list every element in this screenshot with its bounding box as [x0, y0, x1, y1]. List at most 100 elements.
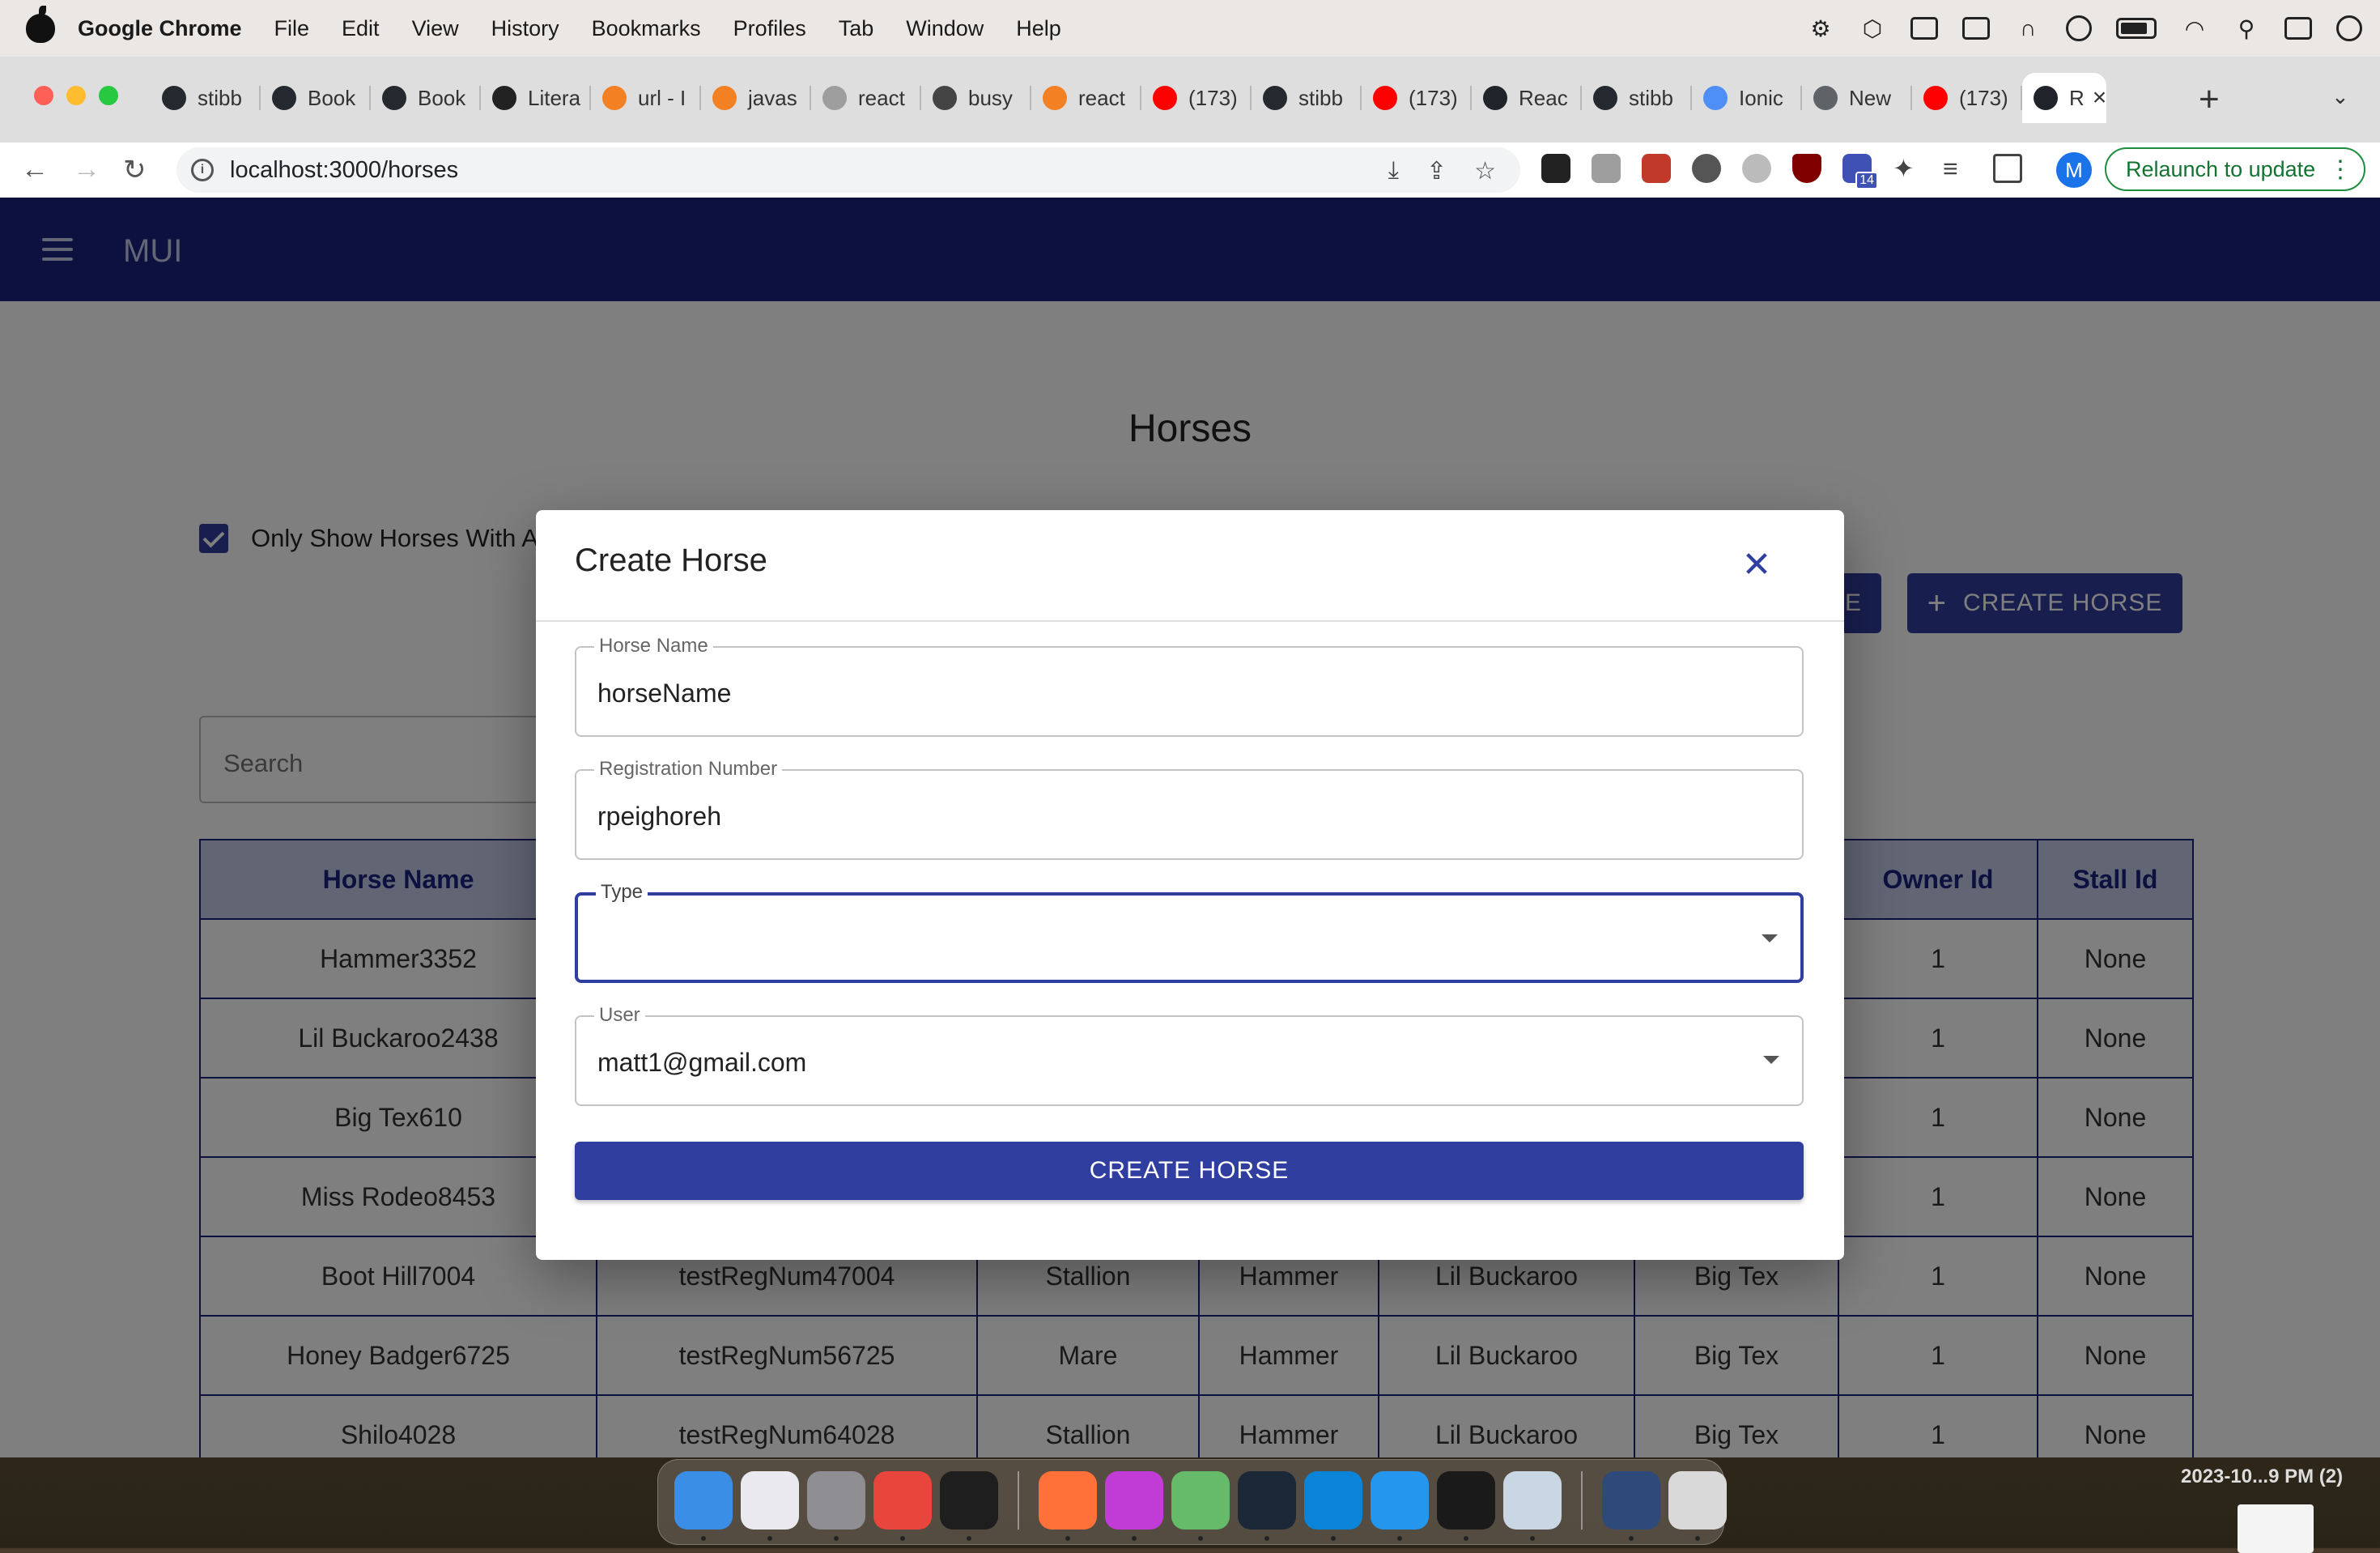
- steam-icon[interactable]: [1238, 1471, 1296, 1541]
- close-icon: [1746, 553, 1767, 574]
- install-app-icon[interactable]: ⤓: [1388, 157, 1399, 185]
- share-icon[interactable]: ⇪: [1426, 157, 1447, 185]
- browser-tab[interactable]: Reac: [1472, 73, 1582, 123]
- running-indicator: [900, 1536, 905, 1541]
- tab-close-icon[interactable]: ×: [2093, 84, 2106, 112]
- intellij-icon[interactable]: [1105, 1471, 1163, 1541]
- browser-tab[interactable]: stibb: [1252, 73, 1362, 123]
- reload-button[interactable]: ↻: [123, 154, 147, 186]
- browser-tab[interactable]: (173): [1912, 73, 2022, 123]
- browser-tab[interactable]: Book: [371, 73, 481, 123]
- window-close-button[interactable]: [34, 86, 53, 105]
- browser-toolbar: ← → ↻ i localhost:3000/horses ⤓ ⇪ ☆ 14 ✦…: [0, 143, 2380, 198]
- extension-red-icon[interactable]: [1642, 154, 1671, 183]
- extension-gray-icon[interactable]: [1742, 154, 1771, 183]
- preview-icon[interactable]: [1503, 1471, 1562, 1541]
- system-settings-icon[interactable]: [807, 1471, 865, 1541]
- more-options-icon[interactable]: ⋮: [2328, 155, 2352, 184]
- browser-tab[interactable]: Book: [261, 73, 371, 123]
- menu-help[interactable]: Help: [1016, 16, 1061, 41]
- browser-tab[interactable]: stibb: [1582, 73, 1692, 123]
- extensions-puzzle-icon[interactable]: ✦: [1893, 154, 1922, 183]
- browser-tab[interactable]: New: [1802, 73, 1912, 123]
- new-tab-button[interactable]: +: [2199, 79, 2220, 120]
- menu-tab[interactable]: Tab: [839, 16, 874, 41]
- gamepad-icon[interactable]: ⚙: [1807, 16, 1834, 41]
- extension-glasses-icon[interactable]: [1541, 154, 1570, 183]
- headphones-icon[interactable]: ∩: [2014, 15, 2042, 40]
- display-icon[interactable]: [1962, 17, 1990, 40]
- active-browser-tab[interactable]: R ×: [2022, 73, 2106, 123]
- forward-button[interactable]: →: [73, 154, 100, 185]
- url-text[interactable]: localhost:3000/horses: [230, 157, 458, 184]
- browser-tab[interactable]: react: [1031, 73, 1141, 123]
- bookmark-star-icon[interactable]: ☆: [1474, 157, 1496, 185]
- battery-icon[interactable]: [2116, 18, 2157, 39]
- control-center-icon[interactable]: [2284, 17, 2312, 40]
- terminal-icon[interactable]: [940, 1471, 998, 1541]
- side-panel-icon[interactable]: [1993, 154, 2022, 183]
- browser-tab[interactable]: javas: [701, 73, 811, 123]
- user-select[interactable]: User matt1@gmail.com: [575, 1004, 1804, 1106]
- github-icon: [272, 86, 296, 110]
- site-info-icon[interactable]: i: [191, 159, 214, 181]
- iterm-icon[interactable]: [1437, 1471, 1495, 1541]
- webstorm-icon[interactable]: [1304, 1471, 1362, 1541]
- desktop-file-thumbnail[interactable]: [2238, 1504, 2314, 1553]
- horse-name-field[interactable]: Horse Name: [575, 635, 1804, 737]
- menu-profiles[interactable]: Profiles: [733, 16, 806, 41]
- window-minimize-button[interactable]: [66, 86, 86, 105]
- browser-tab[interactable]: Litera: [481, 73, 591, 123]
- play-icon[interactable]: [2066, 15, 2092, 41]
- menu-history[interactable]: History: [491, 16, 559, 41]
- profile-avatar[interactable]: M: [2056, 152, 2092, 188]
- window-zoom-button[interactable]: [99, 86, 118, 105]
- spotlight-search-icon[interactable]: ⚲: [2233, 16, 2260, 41]
- browser-tab[interactable]: url - I: [591, 73, 701, 123]
- menu-view[interactable]: View: [412, 16, 459, 41]
- screen-icon[interactable]: [1602, 1471, 1660, 1541]
- chrome-icon[interactable]: [873, 1471, 932, 1541]
- reading-list-icon[interactable]: ≡: [1943, 154, 1972, 183]
- relaunch-to-update-button[interactable]: Relaunch to update ⋮: [2105, 147, 2365, 191]
- finder-icon[interactable]: [674, 1471, 733, 1541]
- wifi-icon[interactable]: ◠: [2181, 16, 2208, 41]
- clapper-icon[interactable]: [1910, 17, 1938, 40]
- back-button[interactable]: ←: [21, 154, 49, 185]
- horse-name-input[interactable]: [597, 679, 1650, 708]
- chevron-down-icon[interactable]: [1763, 1056, 1779, 1064]
- create-horse-submit-button[interactable]: CREATE HORSE: [575, 1142, 1804, 1200]
- address-bar[interactable]: i localhost:3000/horses ⤓ ⇪ ☆: [176, 147, 1520, 193]
- extension-circles-icon[interactable]: [1692, 154, 1721, 183]
- extension-badge-icon[interactable]: 14: [1842, 154, 1878, 189]
- browser-tab[interactable]: busy: [921, 73, 1031, 123]
- tab-search-chevron-icon[interactable]: ⌄: [2331, 84, 2349, 109]
- menu-edit[interactable]: Edit: [342, 16, 380, 41]
- siri-icon[interactable]: [2336, 15, 2362, 41]
- menu-window[interactable]: Window: [906, 16, 984, 41]
- browser-tab[interactable]: react: [811, 73, 921, 123]
- menu-bookmarks[interactable]: Bookmarks: [592, 16, 701, 41]
- menu-app-name[interactable]: Google Chrome: [78, 16, 242, 41]
- menu-file[interactable]: File: [274, 16, 310, 41]
- trash-icon[interactable]: [1668, 1471, 1727, 1541]
- relaunch-label: Relaunch to update: [2126, 156, 2316, 181]
- apple-menu-icon[interactable]: [26, 6, 55, 43]
- cube-icon[interactable]: ⬡: [1859, 16, 1886, 41]
- atom-icon[interactable]: [1171, 1471, 1230, 1541]
- firefox-icon[interactable]: [1039, 1471, 1097, 1541]
- dialog-close-button[interactable]: [1734, 541, 1779, 586]
- browser-tab[interactable]: stibb: [151, 73, 261, 123]
- launchpad-icon[interactable]: [741, 1471, 799, 1541]
- browser-tab[interactable]: (173): [1141, 73, 1252, 123]
- browser-tab[interactable]: (173): [1362, 73, 1472, 123]
- type-select[interactable]: Type: [575, 881, 1804, 983]
- docker-icon[interactable]: [1371, 1471, 1429, 1541]
- browser-tab[interactable]: Ionic: [1692, 73, 1802, 123]
- ublock-origin-icon[interactable]: [1792, 154, 1821, 183]
- extension-gallery-icon[interactable]: [1592, 154, 1621, 183]
- chevron-down-icon[interactable]: [1762, 934, 1778, 942]
- registration-number-field[interactable]: Registration Number: [575, 758, 1804, 860]
- registration-number-input[interactable]: [597, 802, 1650, 832]
- tab-label: react: [858, 85, 905, 110]
